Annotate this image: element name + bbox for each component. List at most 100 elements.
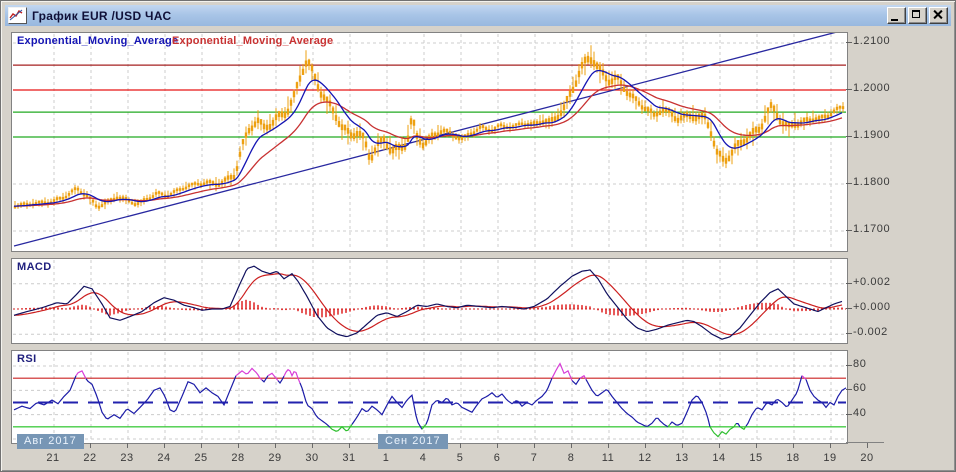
minimize-button[interactable] (887, 7, 906, 24)
x-axis-tick-mark (164, 443, 165, 448)
rsi-axis-tick-mark (846, 365, 852, 366)
maximize-button[interactable] (908, 7, 927, 24)
x-axis-tick-mark (867, 443, 868, 448)
x-axis-tick-mark (682, 443, 683, 448)
rsi-axis-tick-label: 60 (853, 382, 943, 394)
vertical-gridlines (54, 260, 831, 342)
x-axis-tick-mark (497, 443, 498, 448)
rsi-line-segment (278, 376, 284, 383)
rsi-line-segment (710, 424, 736, 437)
window-titlebar[interactable]: График EUR /USD ЧАС (5, 5, 951, 26)
rsi-axis-tick-mark (846, 414, 852, 415)
x-axis-tick-mark (127, 443, 128, 448)
window-title: График EUR /USD ЧАС (32, 9, 171, 23)
close-icon (932, 9, 943, 20)
x-axis-day-label: 24 (151, 452, 177, 464)
x-axis-day-label: 13 (669, 452, 695, 464)
price-axis-tick-mark (846, 89, 852, 90)
maximize-icon (912, 10, 920, 18)
rsi-line-segment (284, 370, 300, 383)
rsi-line-segment (572, 378, 580, 384)
price-axis-tick-mark (846, 42, 852, 43)
rsi-line-segment (330, 424, 352, 431)
macd-line (14, 266, 842, 339)
close-button[interactable] (929, 7, 948, 24)
x-axis-tick-mark (756, 443, 757, 448)
x-axis-tick-mark (534, 443, 535, 448)
x-axis-day-label: 19 (817, 452, 843, 464)
x-axis-day-label: 21 (40, 452, 66, 464)
macd-pane-canvas (12, 259, 847, 343)
x-axis-tick-mark (645, 443, 646, 448)
window-controls (885, 7, 948, 24)
price-axis-tick-mark (846, 136, 852, 137)
legend-ema-fast: Exponential_Moving_Average (17, 35, 178, 47)
x-axis-tick-mark (90, 443, 91, 448)
x-axis-day-label: 30 (299, 452, 325, 464)
rsi-line-segment (580, 376, 586, 380)
month-badge: Авг 2017 (17, 434, 84, 449)
price-axis-tick-label: 1.2100 (853, 35, 943, 47)
macd-axis-tick-mark (846, 308, 852, 309)
price-axis-tick-mark (846, 183, 852, 184)
rsi-pane-canvas (12, 351, 847, 443)
x-axis-day-label: 14 (706, 452, 732, 464)
price-axis-tick-label: 1.2000 (853, 82, 943, 94)
x-axis-day-label: 11 (595, 452, 621, 464)
macd-pane[interactable] (11, 258, 848, 344)
macd-pane-label: MACD (17, 261, 52, 273)
x-axis-tick-mark (275, 443, 276, 448)
x-axis-day-label: 20 (854, 452, 880, 464)
x-axis-tick-mark (312, 443, 313, 448)
candles (15, 45, 843, 211)
macd-axis-tick-mark (846, 283, 852, 284)
minimize-icon (891, 19, 898, 21)
rsi-axis-tick-label: 40 (853, 407, 943, 419)
x-axis-day-label: 1 (373, 452, 399, 464)
x-axis-day-label: 4 (410, 452, 436, 464)
x-axis-tick-mark (201, 443, 202, 448)
price-axis-tick-label: 1.1900 (853, 129, 943, 141)
x-axis-day-label: 28 (225, 452, 251, 464)
macd-axis-tick-label: +0.000 (853, 301, 943, 313)
rsi-line-segment (300, 383, 330, 427)
rsi-pane[interactable] (11, 350, 848, 444)
price-pane[interactable] (11, 32, 848, 252)
rsi-line-segment (14, 376, 76, 410)
x-axis-day-label: 6 (484, 452, 510, 464)
x-axis-day-label: 31 (336, 452, 362, 464)
x-axis-day-label: 25 (188, 452, 214, 464)
rsi-line-segment (76, 371, 86, 379)
window-chart-icon (8, 7, 27, 24)
legend-ema-slow: Exponential_Moving_Average (172, 35, 333, 47)
chart-window: График EUR /USD ЧАС Exponential_Moving_A… (0, 0, 956, 472)
x-axis-day-label: 18 (780, 452, 806, 464)
x-axis-tick-mark (571, 443, 572, 448)
x-axis-day-label: 8 (558, 452, 584, 464)
price-pane-canvas (12, 33, 847, 251)
x-axis-day-label: 29 (262, 452, 288, 464)
x-axis-extension-line (846, 442, 884, 443)
price-axis-tick-mark (846, 230, 852, 231)
rsi-line-segment (86, 376, 236, 419)
x-axis-day-label: 5 (447, 452, 473, 464)
x-axis-tick-mark (238, 443, 239, 448)
x-axis-day-label: 7 (521, 452, 547, 464)
price-axis-tick-label: 1.1700 (853, 223, 943, 235)
macd-axis-tick-label: -0.002 (853, 326, 943, 338)
x-axis-day-label: 22 (77, 452, 103, 464)
x-axis-tick-mark (719, 443, 720, 448)
rsi-line-segment (670, 396, 710, 427)
x-axis-day-label: 12 (632, 452, 658, 464)
x-axis-tick-mark (830, 443, 831, 448)
price-axis-tick-label: 1.1800 (853, 176, 943, 188)
x-axis-tick-mark (349, 443, 350, 448)
rsi-axis-tick-mark (846, 389, 852, 390)
macd-signal-line (14, 274, 842, 335)
x-axis-day-label: 15 (743, 452, 769, 464)
rsi-line-segment (802, 376, 806, 380)
macd-axis-tick-mark (846, 333, 852, 334)
month-badge: Сен 2017 (378, 434, 448, 449)
x-axis-day-label: 23 (114, 452, 140, 464)
x-axis-tick-mark (793, 443, 794, 448)
